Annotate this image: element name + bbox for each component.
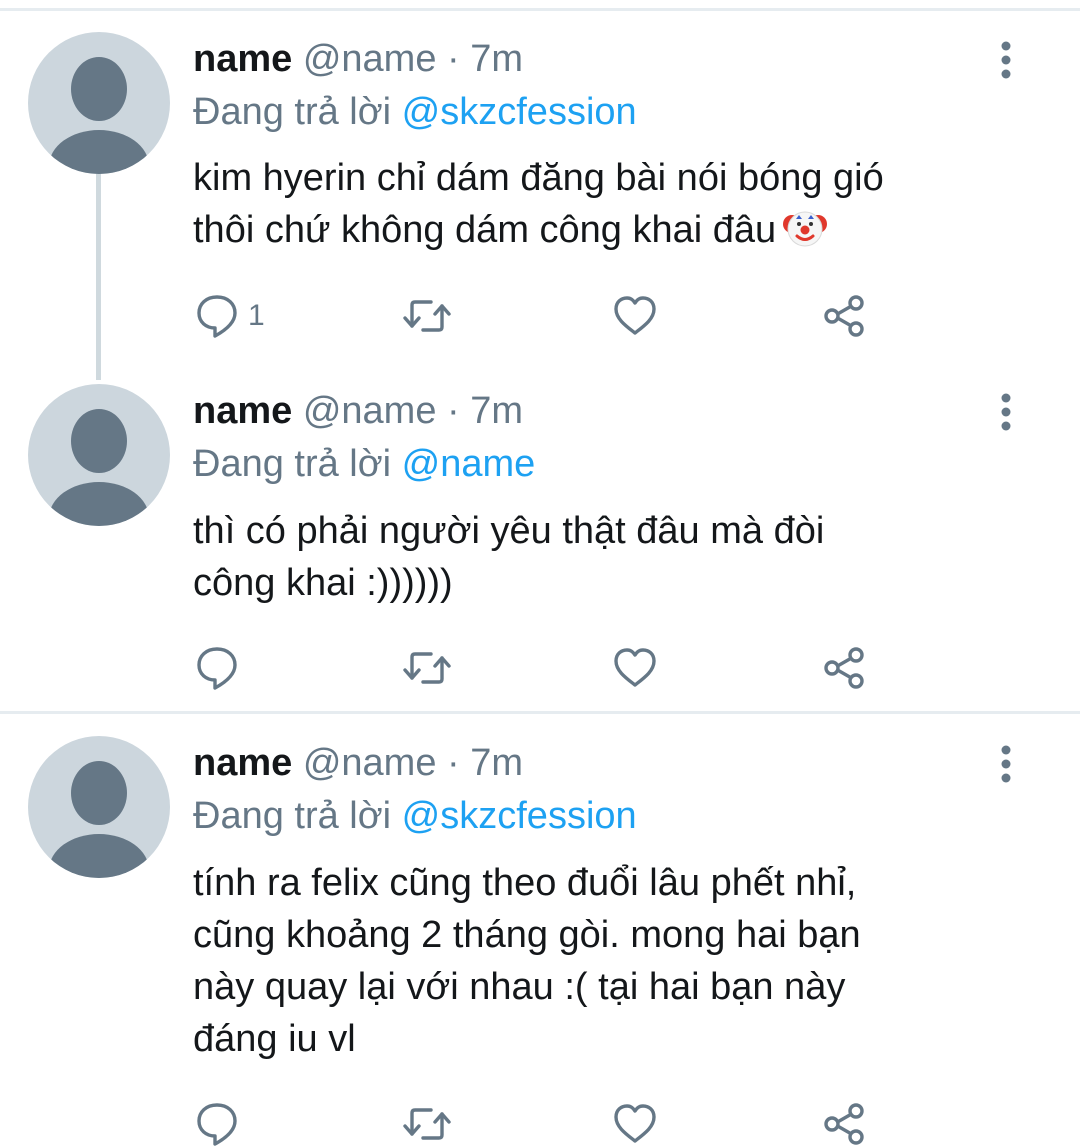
timestamp[interactable]: 7m bbox=[470, 38, 523, 80]
comment-bubble-icon bbox=[197, 1103, 237, 1146]
tweet-header: name @name · 7m bbox=[193, 738, 523, 788]
tweet-header: name @name · 7m bbox=[193, 34, 523, 84]
comment-bubble-icon bbox=[197, 295, 237, 338]
more-vertical-icon[interactable] bbox=[990, 390, 1022, 434]
reply-button[interactable] bbox=[196, 644, 248, 692]
heart-icon bbox=[614, 648, 656, 687]
share-button[interactable] bbox=[822, 292, 868, 340]
share-button[interactable] bbox=[822, 644, 868, 692]
replying-to-line: Đang trả lời @name bbox=[193, 439, 535, 489]
replying-to-label: Đang trả lời bbox=[193, 795, 392, 837]
tweet-text-line: thôi chứ không dám công khai đâu bbox=[193, 209, 777, 251]
like-button[interactable] bbox=[612, 644, 658, 692]
tweet-text-line: cũng khoảng 2 tháng gòi. mong hai bạn bbox=[193, 914, 861, 956]
tweet-text-line: công khai :)))))) bbox=[193, 562, 453, 604]
heart-icon bbox=[614, 1104, 656, 1143]
timestamp[interactable]: 7m bbox=[470, 390, 523, 432]
like-button[interactable] bbox=[612, 1100, 658, 1148]
replying-to-line: Đang trả lời @skzcfession bbox=[193, 791, 637, 841]
default-profile-icon bbox=[49, 57, 149, 174]
avatar[interactable] bbox=[28, 736, 170, 878]
retweet-icon bbox=[403, 652, 451, 684]
retweet-button[interactable] bbox=[402, 1100, 452, 1148]
meta-separator: · bbox=[447, 390, 460, 432]
default-profile-icon bbox=[49, 409, 149, 526]
share-button[interactable] bbox=[822, 1100, 868, 1148]
reply-count: 1 bbox=[248, 299, 265, 332]
display-name[interactable]: name bbox=[193, 742, 292, 784]
retweet-button[interactable] bbox=[402, 644, 452, 692]
replying-to-label: Đang trả lời bbox=[193, 443, 392, 485]
tweet-text-line: thì có phải người yêu thật đâu mà đòi bbox=[193, 510, 825, 552]
tweet-text: tính ra felix cũng theo đuổi lâu phết nh… bbox=[193, 857, 1023, 1065]
reply-button[interactable] bbox=[196, 1100, 248, 1148]
tweet-text-line: kim hyerin chỉ dám đăng bài nói bóng gió bbox=[193, 157, 884, 199]
tweet-text: kim hyerin chỉ dám đăng bài nói bóng gió… bbox=[193, 152, 1023, 256]
user-handle: @name bbox=[302, 742, 437, 784]
more-vertical-icon[interactable] bbox=[990, 38, 1022, 82]
like-button[interactable] bbox=[612, 292, 658, 340]
mention-link[interactable]: @skzcfession bbox=[402, 91, 637, 133]
clown-face-icon bbox=[783, 211, 828, 247]
tweet-text-line: này quay lại với nhau :( tại hai bạn này bbox=[193, 966, 846, 1008]
default-profile-icon bbox=[49, 761, 149, 878]
replying-to-line: Đang trả lời @skzcfession bbox=[193, 87, 637, 137]
meta-separator: · bbox=[447, 38, 460, 80]
timestamp[interactable]: 7m bbox=[470, 742, 523, 784]
share-icon bbox=[824, 647, 864, 689]
meta-separator: · bbox=[447, 742, 460, 784]
avatar[interactable] bbox=[28, 384, 170, 526]
top-divider bbox=[0, 8, 1080, 11]
mention-link[interactable]: @name bbox=[402, 443, 536, 485]
reply-button[interactable]: 1 bbox=[196, 292, 265, 340]
comment-bubble-icon bbox=[197, 647, 237, 690]
tweet-text-line: tính ra felix cũng theo đuổi lâu phết nh… bbox=[193, 862, 857, 904]
more-vertical-icon[interactable] bbox=[990, 742, 1022, 786]
retweet-button[interactable] bbox=[402, 292, 452, 340]
tweet-header: name @name · 7m bbox=[193, 386, 523, 436]
retweet-icon bbox=[403, 1108, 451, 1140]
tweet-text-line: đáng iu vl bbox=[193, 1018, 356, 1060]
share-icon bbox=[824, 1103, 864, 1145]
thread-connector-line bbox=[96, 172, 101, 380]
mention-link[interactable]: @skzcfession bbox=[402, 795, 637, 837]
tweet-divider bbox=[0, 711, 1080, 714]
tweet-text: thì có phải người yêu thật đâu mà đòi cô… bbox=[193, 505, 1023, 609]
retweet-icon bbox=[403, 300, 451, 332]
heart-icon bbox=[614, 296, 656, 335]
replying-to-label: Đang trả lời bbox=[193, 91, 392, 133]
share-icon bbox=[824, 295, 864, 337]
user-handle: @name bbox=[302, 390, 437, 432]
display-name[interactable]: name bbox=[193, 390, 292, 432]
display-name[interactable]: name bbox=[193, 38, 292, 80]
tweet-text-line-with-emoji: thôi chứ không dám công khai đâu bbox=[193, 204, 1023, 256]
avatar[interactable] bbox=[28, 32, 170, 174]
user-handle: @name bbox=[302, 38, 437, 80]
